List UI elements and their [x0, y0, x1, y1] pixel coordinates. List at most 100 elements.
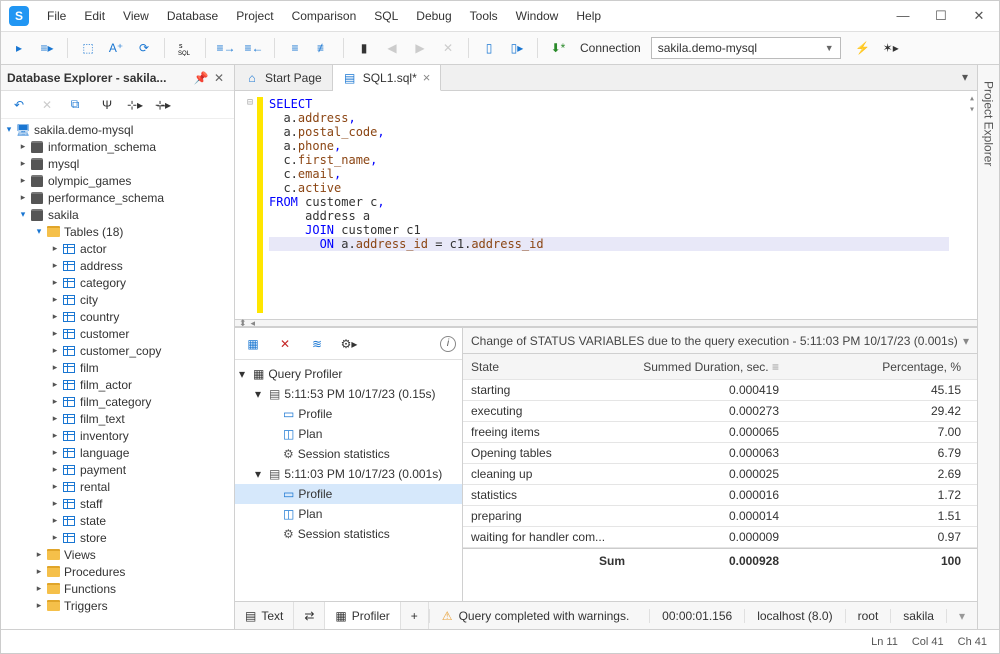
col-percentage[interactable]: Percentage, %: [787, 360, 977, 374]
profiler-grid-icon[interactable]: ▦: [241, 332, 265, 356]
new-connection-icon[interactable]: ▸: [7, 36, 31, 60]
tab-text[interactable]: ▤Text: [235, 602, 294, 629]
tree-table[interactable]: ▸actor: [1, 240, 234, 257]
pin-icon[interactable]: 📌: [192, 71, 210, 85]
grid-row[interactable]: Opening tables0.0000636.79: [463, 443, 977, 464]
tree-table[interactable]: ▸language: [1, 444, 234, 461]
grid-row[interactable]: freeing items0.0000657.00: [463, 422, 977, 443]
menu-project[interactable]: Project: [228, 5, 281, 27]
tree-db[interactable]: performance_schema: [48, 191, 164, 205]
status-grid[interactable]: State Summed Duration, sec. ≡ Percentage…: [463, 354, 977, 601]
filter1-icon[interactable]: Ψ: [95, 93, 119, 117]
tree-table[interactable]: ▸customer_copy: [1, 342, 234, 359]
tree-table[interactable]: ▸store: [1, 529, 234, 546]
tree-table[interactable]: ▸address: [1, 257, 234, 274]
maximize-button[interactable]: ☐: [929, 8, 953, 24]
splitter-horizontal[interactable]: ⬍◂: [235, 319, 977, 327]
execute-icon[interactable]: ⬇*: [546, 36, 570, 60]
tree-tables-folder[interactable]: Tables (18): [64, 225, 123, 239]
profiler-settings-icon[interactable]: ⚙▸: [337, 332, 361, 356]
sql-editor[interactable]: ⊟ SELECT a.address, a.postal_code, a.pho…: [235, 91, 977, 319]
tree-table[interactable]: ▸staff: [1, 495, 234, 512]
filter3-icon[interactable]: ⊹̶▸: [151, 93, 175, 117]
profiler-item[interactable]: Profile: [298, 407, 332, 421]
tree-folder[interactable]: Views: [64, 548, 96, 562]
close-button[interactable]: ✕: [967, 8, 991, 24]
doc1-icon[interactable]: ▯: [477, 36, 501, 60]
tab-close-icon[interactable]: ×: [423, 70, 431, 85]
profiler-run[interactable]: 5:11:03 PM 10/17/23 (0.001s): [284, 467, 442, 481]
refresh-icon[interactable]: ⟳: [132, 36, 156, 60]
tab-sql1[interactable]: ▤ SQL1.sql* ×: [333, 65, 442, 91]
connection-select[interactable]: sakila.demo-mysql ▼: [651, 37, 841, 59]
menu-comparison[interactable]: Comparison: [284, 5, 365, 27]
tree-table[interactable]: ▸category: [1, 274, 234, 291]
panel-close-icon[interactable]: ✕: [210, 71, 228, 85]
tree-db-open[interactable]: sakila: [48, 208, 79, 222]
tree-folder[interactable]: Functions: [64, 582, 116, 596]
tree-table[interactable]: ▸film_actor: [1, 376, 234, 393]
indent-icon[interactable]: ≡→: [214, 36, 238, 60]
tree-table[interactable]: ▸country: [1, 308, 234, 325]
profiler-tree[interactable]: ▾▦Query Profiler ▾▤5:11:53 PM 10/17/23 (…: [235, 360, 462, 601]
tree-table[interactable]: ▸payment: [1, 461, 234, 478]
menu-tools[interactable]: Tools: [462, 5, 506, 27]
tree-table[interactable]: ▸film: [1, 359, 234, 376]
profiler-run[interactable]: 5:11:53 PM 10/17/23 (0.15s): [284, 387, 435, 401]
tree-table[interactable]: ▸rental: [1, 478, 234, 495]
profiler-item-selected[interactable]: Profile: [298, 487, 332, 501]
tree-folder[interactable]: Procedures: [64, 565, 125, 579]
uncomment-icon[interactable]: ≢: [311, 36, 335, 60]
col-state[interactable]: State: [463, 360, 633, 374]
tree-table[interactable]: ▸customer: [1, 325, 234, 342]
bookmark-icon[interactable]: ▮: [352, 36, 376, 60]
info-icon[interactable]: i: [440, 336, 456, 352]
grid-row[interactable]: starting0.00041945.15: [463, 380, 977, 401]
profiler-item[interactable]: Session statistics: [298, 527, 390, 541]
menu-database[interactable]: Database: [159, 5, 226, 27]
doc2-icon[interactable]: ▯▸: [505, 36, 529, 60]
tree-table[interactable]: ▸inventory: [1, 427, 234, 444]
tab-profiler[interactable]: ▦Profiler: [325, 602, 400, 629]
minimize-button[interactable]: —: [891, 8, 915, 24]
tree-db[interactable]: information_schema: [48, 140, 156, 154]
tab-start-page[interactable]: ⌂ Start Page: [235, 65, 333, 90]
menu-file[interactable]: File: [39, 5, 74, 27]
db-tree[interactable]: ▾🖥sakila.demo-mysql ▸information_schema …: [1, 119, 234, 629]
profiler-indent-icon[interactable]: ≋: [305, 332, 329, 356]
sql-format-icon[interactable]: sSQL: [173, 36, 197, 60]
profiler-delete-icon[interactable]: ✕: [273, 332, 297, 356]
back-icon[interactable]: ↶: [7, 93, 31, 117]
tabs-menu-icon[interactable]: ▾: [953, 65, 977, 89]
profiler-item[interactable]: Plan: [298, 507, 322, 521]
tree-table[interactable]: ▸city: [1, 291, 234, 308]
open-icon[interactable]: ⬚: [76, 36, 100, 60]
tree-table[interactable]: ▸state: [1, 512, 234, 529]
profiler-item[interactable]: Session statistics: [298, 447, 390, 461]
menu-debug[interactable]: Debug: [408, 5, 459, 27]
profiler-item[interactable]: Plan: [298, 427, 322, 441]
col-duration[interactable]: Summed Duration, sec. ≡: [633, 360, 787, 374]
grid-row[interactable]: waiting for handler com...0.0000090.97: [463, 527, 977, 548]
tree-table[interactable]: ▸film_category: [1, 393, 234, 410]
grid-row[interactable]: statistics0.0000161.72: [463, 485, 977, 506]
tree-folder[interactable]: Triggers: [64, 599, 108, 613]
copy-icon[interactable]: ⧉: [63, 93, 87, 117]
grid-row[interactable]: preparing0.0000141.51: [463, 506, 977, 527]
menu-sql[interactable]: SQL: [366, 5, 406, 27]
menu-view[interactable]: View: [115, 5, 157, 27]
tree-db[interactable]: mysql: [48, 157, 79, 171]
font-icon[interactable]: A⁺: [104, 36, 128, 60]
tree-db[interactable]: olympic_games: [48, 174, 131, 188]
tree-server[interactable]: sakila.demo-mysql: [34, 123, 133, 137]
sql-code[interactable]: SELECT a.address, a.postal_code, a.phone…: [269, 97, 949, 313]
comment-icon[interactable]: ≡: [283, 36, 307, 60]
menu-window[interactable]: Window: [508, 5, 567, 27]
filter2-icon[interactable]: ⊹▸: [123, 93, 147, 117]
project-explorer-tab[interactable]: Project Explorer: [977, 65, 999, 629]
grid-row[interactable]: cleaning up0.0000252.69: [463, 464, 977, 485]
menu-help[interactable]: Help: [568, 5, 609, 27]
grid-row[interactable]: executing0.00027329.42: [463, 401, 977, 422]
profiler-root[interactable]: Query Profiler: [268, 367, 342, 381]
menu-edit[interactable]: Edit: [76, 5, 113, 27]
